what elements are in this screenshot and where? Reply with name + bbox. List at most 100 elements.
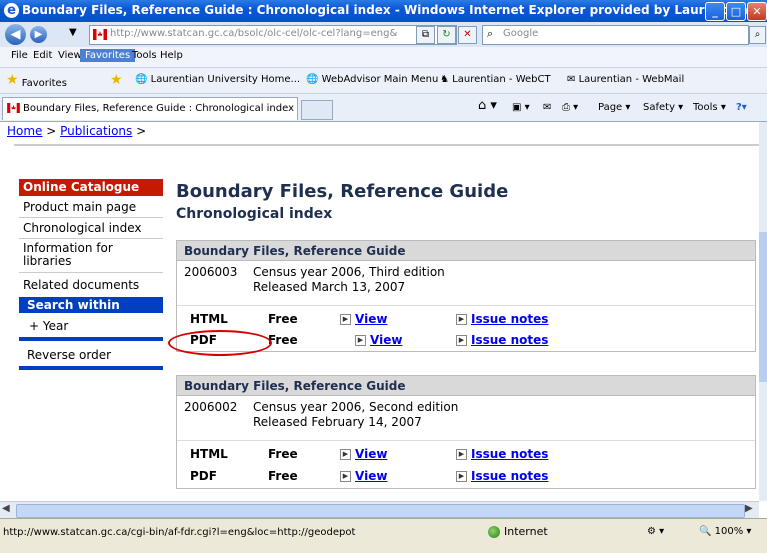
sidebar-reverse-order[interactable]: Reverse order	[27, 348, 111, 362]
status-url: http://www.statcan.gc.ca/cgi-bin/af-fdr.…	[3, 527, 356, 538]
format-label: PDF	[190, 469, 217, 483]
price-label: Free	[268, 333, 298, 347]
divider	[14, 144, 759, 146]
star-icon: ★	[6, 72, 19, 88]
fav-link-label: Laurentian - WebCT	[452, 74, 551, 85]
issue-notes-link[interactable]: ▶ Issue notes	[456, 333, 548, 347]
history-dropdown-icon[interactable]: ▼	[69, 27, 77, 38]
minimize-button[interactable]: _	[705, 2, 725, 21]
fav-link-webadvisor[interactable]: 🌐 WebAdvisor Main Menu	[306, 74, 438, 85]
breadcrumb-home[interactable]: Home	[7, 124, 42, 138]
view-link-label: View	[370, 333, 403, 347]
price-label: Free	[268, 447, 298, 461]
add-favorite-icon[interactable]: ★	[110, 72, 123, 90]
close-button[interactable]: ✕	[747, 2, 767, 21]
arrow-right-icon: ▶	[340, 449, 351, 460]
edition-release-date: Released February 14, 2007	[253, 415, 422, 429]
horizontal-scrollbar[interactable]: ◀ ▶	[0, 501, 759, 518]
tab-active[interactable]: Boundary Files, Reference Guide : Chrono…	[2, 97, 298, 120]
print-icon[interactable]: ⎙ ▾	[562, 102, 578, 113]
protected-mode-icon[interactable]: ⚙ ▾	[647, 526, 664, 537]
sidebar-item-product-main-page[interactable]: Product main page	[23, 200, 136, 214]
search-icon: ⌕	[487, 27, 494, 40]
safety-menu-label: Safety	[643, 102, 675, 113]
help-icon[interactable]: ?▾	[736, 102, 747, 113]
canada-flag-icon	[93, 29, 107, 40]
arrow-right-icon: ▶	[456, 449, 467, 460]
view-pdf-link[interactable]: ▶ View	[355, 333, 402, 347]
page-menu-label: Page	[598, 102, 623, 113]
status-bar: http://www.statcan.gc.ca/cgi-bin/af-fdr.…	[0, 518, 767, 553]
stop-button[interactable]: ✕	[458, 26, 477, 44]
view-link[interactable]: ▶ View	[340, 469, 387, 483]
issue-notes-link[interactable]: ▶ Issue notes	[456, 447, 548, 461]
sidebar-item-information-for-libraries[interactable]: Information for libraries	[23, 242, 143, 268]
maximize-button[interactable]: □	[726, 2, 746, 21]
favorites-button[interactable]: ★ Favorites	[6, 72, 67, 90]
breadcrumb: Home > Publications >	[7, 124, 146, 138]
feeds-icon[interactable]: ▣ ▾	[512, 102, 530, 113]
menu-bar: File Edit View Favorites Tools Help	[0, 47, 767, 68]
search-placeholder: Google	[503, 28, 539, 39]
edition-release-date: Released March 13, 2007	[253, 280, 406, 294]
search-go-button[interactable]: ⌕	[749, 26, 766, 44]
mail-icon[interactable]: ✉	[543, 102, 551, 113]
fav-link-laurentian-home[interactable]: 🌐 Laurentian University Home...	[135, 74, 300, 85]
issue-notes-link[interactable]: ▶ Issue notes	[456, 312, 548, 326]
scrollbar-thumb[interactable]	[759, 232, 767, 382]
sidebar-item-chronological-index[interactable]: Chronological index	[23, 221, 142, 235]
price-label: Free	[268, 469, 298, 483]
address-url: http://www.statcan.gc.ca/bsolc/olc-cel/o…	[110, 28, 398, 39]
zoom-control[interactable]: 🔍 100% ▾	[699, 526, 751, 537]
favorites-label: Favorites	[21, 78, 67, 89]
scroll-left-icon[interactable]: ◀	[2, 503, 10, 514]
back-button[interactable]: ◀	[5, 24, 26, 45]
forward-button[interactable]: ▶	[30, 26, 47, 43]
edition-description: Census year 2006, Third edition Released…	[253, 265, 445, 295]
edition-header-text: Boundary Files, Reference Guide	[184, 244, 406, 258]
compat-view-button[interactable]: ⧉	[416, 26, 435, 44]
divider	[19, 217, 163, 218]
search-input[interactable]: ⌕ Google	[482, 25, 749, 45]
issue-notes-label: Issue notes	[471, 447, 549, 461]
fav-link-label: Laurentian University Home...	[150, 74, 301, 85]
edition-code: 2006002	[184, 400, 238, 414]
edition-box: Boundary Files, Reference Guide 2006002 …	[176, 375, 756, 489]
arrow-right-icon: ▶	[355, 335, 366, 346]
view-link-label: View	[355, 312, 388, 326]
sidebar-year-toggle[interactable]: + Year	[29, 319, 68, 333]
edition-header: Boundary Files, Reference Guide	[177, 376, 755, 396]
fav-link-label: WebAdvisor Main Menu	[321, 74, 439, 85]
canada-flag-icon	[7, 103, 20, 113]
view-link-label: View	[355, 447, 388, 461]
page-menu[interactable]: Page ▾	[598, 102, 630, 113]
scroll-right-icon[interactable]: ▶	[745, 503, 753, 514]
issue-notes-link[interactable]: ▶ Issue notes	[456, 469, 548, 483]
new-tab-button[interactable]	[301, 100, 333, 120]
view-link[interactable]: ▶ View	[340, 312, 387, 326]
divider	[177, 440, 755, 441]
tab-row: Boundary Files, Reference Guide : Chrono…	[0, 94, 767, 122]
breadcrumb-publications[interactable]: Publications	[60, 124, 132, 138]
safety-menu[interactable]: Safety ▾	[643, 102, 683, 113]
issue-notes-label: Issue notes	[471, 469, 549, 483]
address-bar[interactable]: http://www.statcan.gc.ca/bsolc/olc-cel/o…	[89, 25, 457, 45]
arrow-right-icon: ▶	[340, 471, 351, 482]
sidebar-heading: Online Catalogue	[19, 179, 163, 196]
scrollbar-thumb[interactable]	[16, 504, 745, 518]
page-content: Home > Publications > Online Catalogue P…	[0, 122, 759, 501]
menu-help[interactable]: Help	[155, 49, 188, 62]
fav-link-webmail[interactable]: ✉ Laurentian - WebMail	[567, 74, 684, 85]
divider	[177, 305, 755, 306]
view-link[interactable]: ▶ View	[340, 447, 387, 461]
refresh-button[interactable]: ↻	[437, 26, 456, 44]
fav-link-webct[interactable]: ♞ Laurentian - WebCT	[440, 74, 551, 85]
vertical-scrollbar[interactable]	[759, 122, 767, 501]
arrow-right-icon: ▶	[456, 314, 467, 325]
sidebar-item-related-documents[interactable]: Related documents	[23, 278, 139, 292]
window-title: Boundary Files, Reference Guide : Chrono…	[22, 3, 767, 17]
home-icon[interactable]: ⌂ ▾	[478, 98, 497, 113]
issue-notes-label: Issue notes	[471, 312, 549, 326]
arrow-right-icon: ▶	[456, 471, 467, 482]
tools-menu[interactable]: Tools ▾	[693, 102, 726, 113]
